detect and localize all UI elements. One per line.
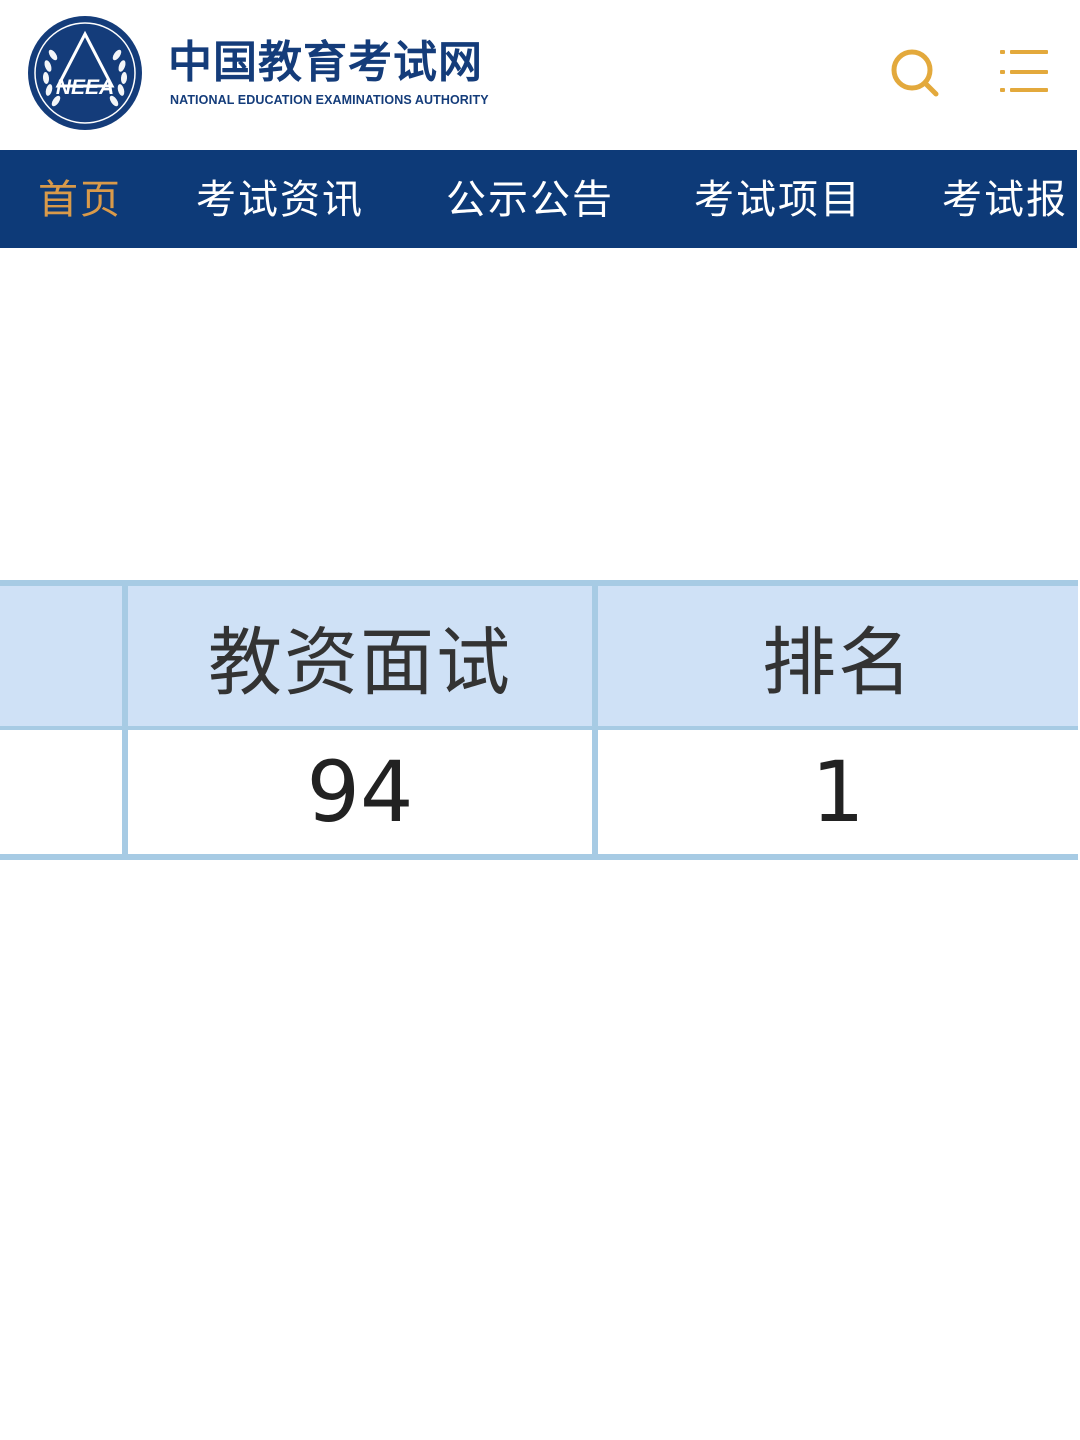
logo-lettering: NEEA [56,76,114,99]
nav-item-news[interactable]: 考试资讯 [196,150,364,248]
search-button[interactable] [884,42,948,106]
menu-icon [1000,50,1048,92]
main-nav: 首页 考试资讯 公示公告 考试项目 考试报 [0,150,1077,248]
table-cell-0 [0,730,122,854]
search-icon [891,49,939,97]
table-header-cell-0 [0,586,122,726]
site-subtitle: NATIONAL EDUCATION EXAMINATIONS AUTHORIT… [170,93,489,107]
table-cell-value: 1 [811,743,865,841]
table-header-label: 排名 [762,619,914,706]
table-header-cell-rank: 排名 [598,586,1078,726]
table-border-bottom [0,854,1078,860]
nav-item-home[interactable]: 首页 [38,150,122,248]
table-header-cell-interview: 教资面试 [128,586,592,726]
table-cell-rank: 1 [598,730,1078,854]
score-table: 教资面试 排名 94 1 [0,580,1078,860]
table-cell-value: 94 [306,743,414,841]
site-title[interactable]: 中国教育考试网 [168,38,483,88]
menu-button[interactable] [994,42,1054,102]
neea-logo-icon[interactable]: NEEA [26,14,144,132]
nav-item-announcements[interactable]: 公示公告 [446,150,614,248]
table-header-label: 教资面试 [208,619,512,706]
nav-item-exam-projects[interactable]: 考试项目 [694,150,862,248]
table-cell-score: 94 [128,730,592,854]
nav-item-exam-registration[interactable]: 考试报 [942,150,1068,248]
site-header: NEEA 中国教育考试网 NATIONAL EDUCATION EXAMINAT… [0,0,1080,150]
